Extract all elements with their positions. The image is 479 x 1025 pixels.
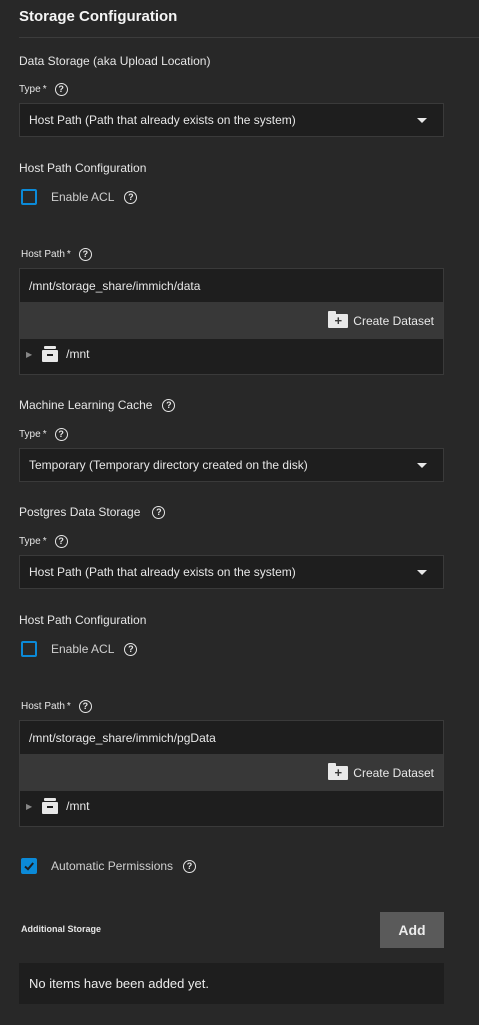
type-label-text: Type	[19, 536, 41, 547]
dataset-icon	[42, 346, 59, 362]
tree-node-label: /mnt	[66, 799, 90, 813]
help-icon[interactable]: ?	[78, 700, 92, 713]
auto-permissions-label: Automatic Permissions	[51, 859, 174, 873]
create-dataset-label: Create Dataset	[353, 765, 434, 780]
data-storage-file-explorer: /mnt/storage_share/immich/data + Create …	[19, 268, 444, 375]
explorer-toolbar: + Create Dataset	[20, 754, 443, 791]
select-value: Host Path (Path that already exists on t…	[29, 565, 296, 579]
help-icon[interactable]: ?	[124, 642, 138, 656]
explorer-toolbar: + Create Dataset	[20, 302, 443, 339]
empty-list-message: No items have been added yet.	[19, 963, 444, 1004]
ml-cache-type-label: Type * ?	[19, 428, 68, 441]
ml-cache-label: Machine Learning Cache	[19, 398, 153, 412]
select-value: Host Path (Path that already exists on t…	[29, 113, 296, 127]
help-icon[interactable]: ?	[54, 535, 68, 548]
data-storage-type-label: Type * ?	[19, 83, 68, 96]
dataset-icon	[42, 798, 59, 814]
enable-acl-label: Enable ACL	[51, 190, 115, 204]
expand-arrow-icon[interactable]: ▶	[26, 350, 32, 359]
host-path-label-text: Host Path	[21, 701, 65, 712]
data-storage-type-select[interactable]: Host Path (Path that already exists on t…	[19, 103, 444, 137]
folder-plus-icon: +	[328, 762, 349, 780]
help-icon[interactable]: ?	[124, 190, 138, 204]
create-dataset-button[interactable]: + Create Dataset	[328, 310, 434, 328]
required-marker: *	[42, 84, 47, 95]
type-label-text: Type	[19, 429, 41, 440]
title-divider	[19, 37, 479, 38]
required-marker: *	[66, 701, 71, 712]
host-path-config-label: Host Path Configuration	[19, 613, 147, 627]
postgres-type-select[interactable]: Host Path (Path that already exists on t…	[19, 555, 444, 589]
tree-node-mnt[interactable]: ▶ /mnt	[26, 346, 90, 362]
postgres-type-label: Type * ?	[19, 535, 68, 548]
checkmark-icon	[24, 862, 34, 871]
postgres-section: Postgres Data Storage ?	[19, 505, 166, 519]
type-label-text: Type	[19, 84, 41, 95]
section-title: Storage Configuration	[19, 8, 178, 25]
additional-storage-label: Additional Storage	[21, 924, 102, 934]
select-value: Temporary (Temporary directory created o…	[29, 458, 308, 472]
postgres-file-explorer: /mnt/storage_share/immich/pgData + Creat…	[19, 720, 444, 827]
auto-permissions-row: Automatic Permissions ?	[21, 858, 197, 874]
enable-acl-checkbox[interactable]	[21, 641, 37, 657]
add-button[interactable]: Add	[380, 912, 444, 948]
ml-cache-section: Machine Learning Cache ?	[19, 398, 176, 412]
required-marker: *	[66, 249, 71, 260]
help-icon[interactable]: ?	[78, 248, 92, 261]
help-icon[interactable]: ?	[54, 428, 68, 441]
help-icon[interactable]: ?	[162, 398, 176, 412]
enable-acl-row: Enable ACL ?	[21, 641, 138, 657]
chevron-down-icon	[417, 463, 427, 468]
required-marker: *	[42, 429, 47, 440]
host-path-input[interactable]: /mnt/storage_share/immich/data	[29, 279, 200, 293]
auto-permissions-checkbox[interactable]	[21, 858, 37, 874]
tree-node-mnt[interactable]: ▶ /mnt	[26, 798, 90, 814]
enable-acl-checkbox[interactable]	[21, 189, 37, 205]
ml-cache-type-select[interactable]: Temporary (Temporary directory created o…	[19, 448, 444, 482]
chevron-down-icon	[417, 570, 427, 575]
enable-acl-row: Enable ACL ?	[21, 189, 138, 205]
host-path-config-label: Host Path Configuration	[19, 161, 147, 175]
create-dataset-label: Create Dataset	[353, 313, 434, 328]
host-path-label-text: Host Path	[21, 249, 65, 260]
host-path-label: Host Path * ?	[21, 700, 92, 713]
host-path-input[interactable]: /mnt/storage_share/immich/pgData	[29, 731, 216, 745]
expand-arrow-icon[interactable]: ▶	[26, 802, 32, 811]
folder-plus-icon: +	[328, 310, 349, 328]
chevron-down-icon	[417, 118, 427, 123]
help-icon[interactable]: ?	[152, 505, 166, 519]
help-icon[interactable]: ?	[54, 83, 68, 96]
required-marker: *	[42, 536, 47, 547]
host-path-label: Host Path * ?	[21, 248, 92, 261]
tree-node-label: /mnt	[66, 347, 90, 361]
enable-acl-label: Enable ACL	[51, 642, 115, 656]
create-dataset-button[interactable]: + Create Dataset	[328, 762, 434, 780]
data-storage-label: Data Storage (aka Upload Location)	[19, 54, 211, 68]
postgres-label: Postgres Data Storage	[19, 505, 141, 519]
help-icon[interactable]: ?	[183, 859, 197, 873]
